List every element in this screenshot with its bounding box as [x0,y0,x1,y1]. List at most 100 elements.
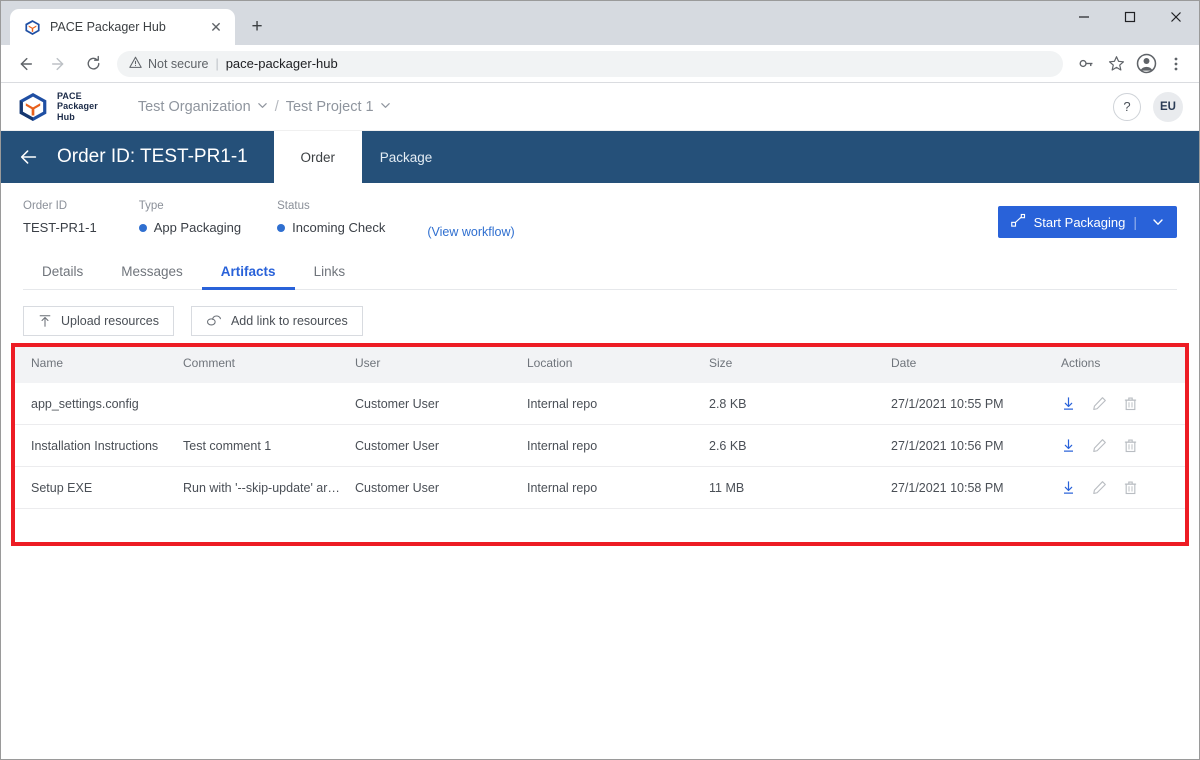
column-header-comment[interactable]: Comment [183,343,355,383]
tab-messages[interactable]: Messages [102,255,202,289]
column-header-user[interactable]: User [355,343,527,383]
column-header-location[interactable]: Location [527,343,709,383]
order-meta: Order ID TEST-PR1-1 Type App Packaging S… [1,183,1199,239]
table-row[interactable]: Setup EXE Run with '--skip-update' argu.… [11,466,1189,509]
chevron-down-icon [380,99,391,115]
cell-size: 2.6 KB [709,424,891,467]
meta-order-id-label: Order ID [23,200,68,212]
breadcrumb: Test Organization / Test Project 1 [138,99,391,115]
forward-arrow-icon[interactable] [44,49,74,79]
meta-order-id-value: TEST-PR1-1 [23,220,97,235]
back-arrow-icon[interactable] [1,131,57,183]
upload-resources-button[interactable]: Upload resources [23,306,174,336]
pencil-icon[interactable] [1092,480,1107,495]
warning-triangle-icon [129,56,142,72]
browser-toolbar-icons [1072,50,1190,78]
trash-icon[interactable] [1123,438,1138,453]
meta-type-label: Type [138,200,164,212]
meta-status-label: Status [277,200,310,212]
tab-links[interactable]: Links [295,255,365,289]
table-row[interactable]: Installation Instructions Test comment 1… [11,424,1189,467]
app-header-actions: ? EU [1113,91,1183,122]
cell-actions [1061,424,1189,467]
security-label: Not secure [148,56,209,71]
workflow-nodes-icon [1010,213,1026,231]
cell-name: Setup EXE [11,466,183,509]
tab-details[interactable]: Details [23,255,102,289]
cell-date: 27/1/2021 10:56 PM [891,424,1061,467]
key-icon[interactable] [1072,50,1100,78]
tab-artifacts[interactable]: Artifacts [201,255,295,290]
star-icon[interactable] [1102,50,1130,78]
chevron-down-icon [257,99,268,115]
view-workflow-link[interactable]: (View workflow) [427,225,514,239]
breadcrumb-project[interactable]: Test Project 1 [286,99,391,115]
cell-size: 11 MB [709,466,891,509]
status-dot [277,223,286,232]
cell-name: app_settings.config [11,383,183,425]
cell-location: Internal repo [527,424,709,467]
artifacts-table-body: app_settings.config Customer User Intern… [11,383,1189,546]
trash-icon[interactable] [1123,396,1138,411]
cell-date: 27/1/2021 10:58 PM [891,466,1061,509]
help-button[interactable]: ? [1113,92,1141,121]
upload-resources-label: Upload resources [61,314,159,328]
meta-type: Type App Packaging [138,200,241,235]
column-header-name[interactable]: Name [11,343,183,383]
table-header-row: Name Comment User Location Size Date Act… [11,343,1189,383]
trash-icon[interactable] [1123,480,1138,495]
cell-comment-text: Run with '--skip-update' argu... [183,480,341,495]
chevron-down-icon[interactable] [1145,216,1171,228]
browser-titlebar: PACE Packager Hub ✕ + [1,1,1199,45]
artifacts-table-head: Name Comment User Location Size Date Act… [11,343,1189,383]
logo-line-3: Hub [57,111,75,122]
column-header-size[interactable]: Size [709,343,891,383]
reload-icon[interactable] [78,49,108,79]
browser-window: PACE Packager Hub ✕ + Not secure | pace-… [0,0,1200,760]
logo-line-1: PACE [57,90,82,101]
download-icon[interactable] [1061,396,1076,411]
column-header-date[interactable]: Date [891,343,1061,383]
pace-cube-icon [17,91,49,123]
row-actions [1061,480,1189,495]
more-vertical-icon[interactable] [1162,50,1190,78]
app-header: PACE Packager Hub Test Organization / Te… [1,83,1199,131]
meta-status-value: Incoming Check [292,220,386,235]
new-tab-button[interactable]: + [242,12,272,42]
back-arrow-icon[interactable] [10,49,40,79]
close-icon[interactable]: ✕ [207,18,225,36]
start-packaging-button[interactable]: Start Packaging | [997,206,1177,238]
profile-avatar-icon[interactable] [1132,50,1160,78]
cell-comment: Test comment 1 [183,424,355,467]
primary-button-separator: | [1133,214,1137,230]
page-viewport: PACE Packager Hub Test Organization / Te… [1,83,1199,759]
order-subtabs: Details Messages Artifacts Links [23,255,1177,290]
browser-tabstrip: PACE Packager Hub ✕ + [1,9,272,45]
meta-order-id: Order ID TEST-PR1-1 [23,200,97,235]
pencil-icon[interactable] [1092,396,1107,411]
window-close-icon[interactable] [1153,1,1199,33]
browser-toolbar: Not secure | pace-packager-hub [1,45,1199,83]
download-icon[interactable] [1061,438,1076,453]
app-logo[interactable]: PACE Packager Hub [17,91,98,123]
maximize-icon[interactable] [1107,1,1153,33]
avatar[interactable]: EU [1153,91,1183,122]
tab-package[interactable]: Package [362,131,451,183]
browser-tab[interactable]: PACE Packager Hub ✕ [10,9,235,45]
table-row[interactable]: app_settings.config Customer User Intern… [11,383,1189,425]
app-logo-text: PACE Packager Hub [57,91,98,123]
breadcrumb-organization[interactable]: Test Organization [138,99,268,115]
link-chain-icon [206,314,222,328]
security-status[interactable]: Not secure [129,56,208,72]
address-bar[interactable]: Not secure | pace-packager-hub [117,50,1063,77]
upload-icon [38,314,52,328]
pencil-icon[interactable] [1092,438,1107,453]
minimize-icon[interactable] [1061,1,1107,33]
download-icon[interactable] [1061,480,1076,495]
tab-order[interactable]: Order [273,131,362,183]
table-spacer-cell [11,508,1189,546]
add-link-to-resources-button[interactable]: Add link to resources [190,306,363,336]
meta-status: Status Incoming Check [277,200,385,235]
cell-location: Internal repo [527,383,709,425]
row-actions [1061,438,1189,453]
